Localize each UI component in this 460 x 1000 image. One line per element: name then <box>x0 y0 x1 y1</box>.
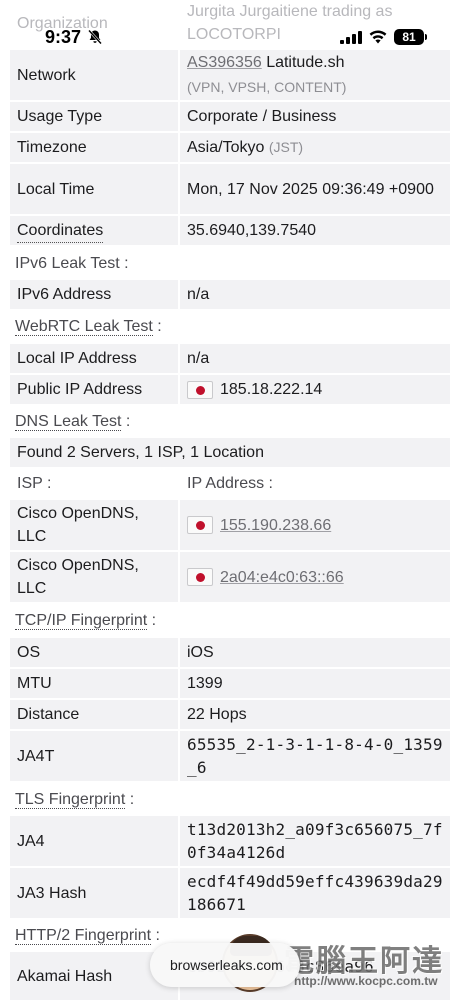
ipv6-section-label: IPv6 Leak Test <box>15 255 120 272</box>
coordinates-row: Coordinates 35.6940,139.7540 <box>10 216 450 245</box>
page: Organization Jurgita Jurgaitiene trading… <box>0 0 460 1000</box>
dns-server-row: Cisco OpenDNS, LLC 155.190.238.66 <box>10 500 450 550</box>
dns-ip-cell: 155.190.238.66 <box>180 500 450 550</box>
dns-section-label[interactable]: DNS Leak Test <box>15 413 122 431</box>
local-time-row: Local Time Mon, 17 Nov 2025 09:36:49 +09… <box>10 164 450 214</box>
local-time-key: Local Time <box>10 164 178 214</box>
dns-isp-name: Cisco OpenDNS, LLC <box>10 552 178 602</box>
ja4t-row: JA4T 65535_2-1-3-1-1-8-4-0_1359_6 <box>10 731 450 781</box>
ja4t-value: 65535_2-1-3-1-1-8-4-0_1359_6 <box>180 731 450 781</box>
dns-isp-name: Cisco OpenDNS, LLC <box>10 500 178 550</box>
address-bar[interactable]: browserleaks.com <box>150 943 300 987</box>
network-row: Network AS396356 Latitude.sh (VPN, VPSH,… <box>10 50 450 100</box>
dns-isp-header: ISP : <box>10 469 178 498</box>
coordinates-key: Coordinates <box>10 216 178 245</box>
dns-section-colon: : <box>125 413 131 430</box>
local-ip-key: Local IP Address <box>10 344 178 373</box>
webrtc-section-colon: : <box>157 318 162 335</box>
ja4t-key: JA4T <box>10 731 178 781</box>
public-ip-row: Public IP Address 185.18.222.14 <box>10 375 450 404</box>
os-value: iOS <box>180 638 450 667</box>
usage-type-key: Usage Type <box>10 102 178 131</box>
ja4-value: t13d2013h2_a09f3c656075_7f0f34a4126d <box>180 816 450 866</box>
ipv6-section-title: IPv6 Leak Test : <box>15 255 129 273</box>
network-tags: (VPN, VPSH, CONTENT) <box>187 79 347 95</box>
http2-section-title: HTTP/2 Fingerprint : <box>15 927 160 945</box>
public-ip-value: 185.18.222.14 <box>180 375 450 404</box>
os-row: OS iOS <box>10 638 450 667</box>
tls-section-label[interactable]: TLS Fingerprint <box>15 791 126 809</box>
dns-ip-link[interactable]: 2a04:e4c0:63::66 <box>220 566 344 589</box>
watermark-url: http://www.kocpc.com.tw <box>294 974 438 988</box>
local-ip-row: Local IP Address n/a <box>10 344 450 373</box>
timezone-name: Asia/Tokyo <box>187 139 265 156</box>
dns-section-title: DNS Leak Test : <box>15 413 130 431</box>
mtu-key: MTU <box>10 669 178 698</box>
ja3-hash-value: ecdf4f49dd59effc439639da29186671 <box>180 868 450 918</box>
wifi-icon <box>369 30 387 44</box>
battery-icon: 81 <box>394 29 424 45</box>
public-ip-key: Public IP Address <box>10 375 178 404</box>
network-key: Network <box>10 50 178 100</box>
http2-section-label[interactable]: HTTP/2 Fingerprint <box>15 927 152 945</box>
dns-found-row: Found 2 Servers, 1 ISP, 1 Location <box>10 438 450 467</box>
tls-section-colon: : <box>129 791 135 808</box>
ja3-hash-key: JA3 Hash <box>10 868 178 918</box>
asn-link[interactable]: AS396356 <box>187 51 262 74</box>
ja4-row: JA4 t13d2013h2_a09f3c656075_7f0f34a4126d <box>10 816 450 866</box>
dns-found-text: Found 2 Servers, 1 ISP, 1 Location <box>10 438 450 467</box>
japan-flag-icon <box>187 380 213 399</box>
local-time-value: Mon, 17 Nov 2025 09:36:49 +0900 <box>180 164 450 214</box>
tls-section-title: TLS Fingerprint : <box>15 791 134 809</box>
timezone-abbr: (JST) <box>268 139 304 155</box>
ipv6-address-row: IPv6 Address n/a <box>10 280 450 309</box>
distance-value: 22 Hops <box>180 700 450 729</box>
timezone-value: Asia/Tokyo (JST) <box>180 133 450 162</box>
bell-slash-icon <box>88 29 102 45</box>
ja3-hash-row: JA3 Hash ecdf4f49dd59effc439639da2918667… <box>10 868 450 918</box>
mtu-value: 1399 <box>180 669 450 698</box>
status-time: 9:37 <box>45 27 82 47</box>
timezone-key: Timezone <box>10 133 178 162</box>
battery-tip <box>425 34 427 40</box>
timezone-row: Timezone Asia/Tokyo (JST) <box>10 133 450 162</box>
dns-ip-link[interactable]: 155.190.238.66 <box>220 514 331 537</box>
japan-flag-icon <box>187 516 213 534</box>
usage-type-value: Corporate / Business <box>180 102 450 131</box>
ipv6-address-key: IPv6 Address <box>10 280 178 309</box>
distance-key: Distance <box>10 700 178 729</box>
http2-section-colon: : <box>155 927 160 944</box>
usage-type-row: Usage Type Corporate / Business <box>10 102 450 131</box>
ipv6-address-value: n/a <box>180 280 450 309</box>
network-name: Latitude.sh <box>266 54 345 71</box>
tcp-section-colon: : <box>151 612 157 629</box>
status-bar: 9:37 81 <box>0 0 460 50</box>
coordinates-label[interactable]: Coordinates <box>17 219 104 243</box>
dns-ip-cell: 2a04:e4c0:63::66 <box>180 552 450 602</box>
os-key: OS <box>10 638 178 667</box>
coordinates-value: 35.6940,139.7540 <box>180 216 450 245</box>
tcp-section-label[interactable]: TCP/IP Fingerprint <box>15 612 148 630</box>
mtu-row: MTU 1399 <box>10 669 450 698</box>
ipv6-section-colon: : <box>124 255 129 272</box>
tcp-section-title: TCP/IP Fingerprint : <box>15 612 156 630</box>
local-ip-value: n/a <box>180 344 450 373</box>
distance-row: Distance 22 Hops <box>10 700 450 729</box>
webrtc-section-label[interactable]: WebRTC Leak Test <box>15 318 153 336</box>
ja4-key: JA4 <box>10 816 178 866</box>
public-ip-text: 185.18.222.14 <box>220 381 323 398</box>
network-value: AS396356 Latitude.sh (VPN, VPSH, CONTENT… <box>180 50 450 100</box>
webrtc-section-title: WebRTC Leak Test : <box>15 318 162 336</box>
dns-server-row: Cisco OpenDNS, LLC 2a04:e4c0:63::66 <box>10 552 450 602</box>
address-bar-domain[interactable]: browserleaks.com <box>170 957 283 973</box>
cellular-signal-icon <box>340 31 362 44</box>
dns-header-row: ISP : IP Address : <box>10 469 450 498</box>
dns-ip-header: IP Address : <box>180 469 450 498</box>
japan-flag-icon <box>187 568 213 586</box>
